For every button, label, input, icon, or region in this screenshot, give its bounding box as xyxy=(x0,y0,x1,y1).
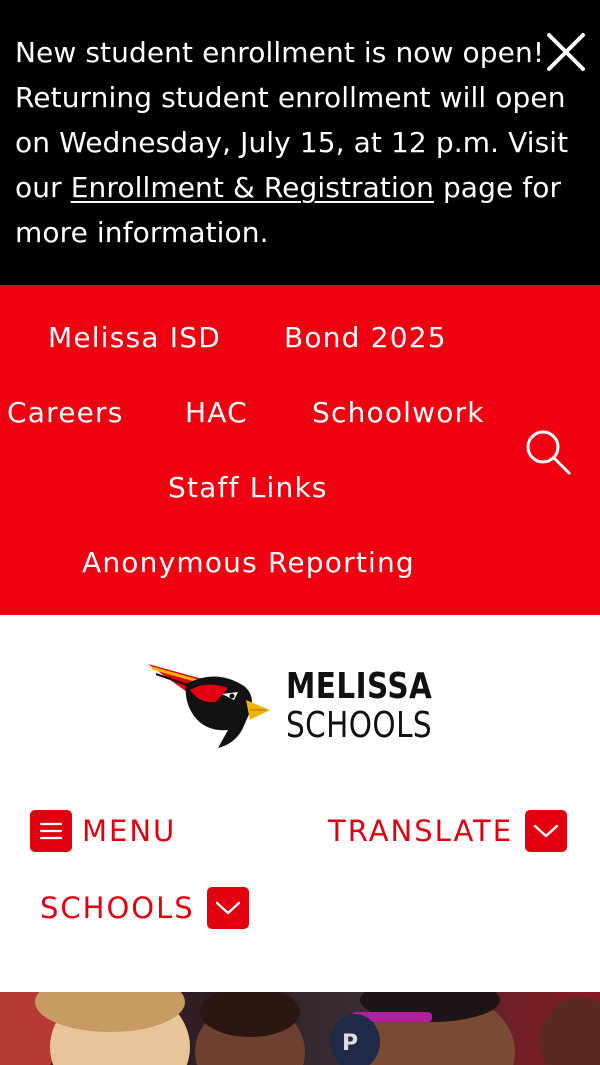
quick-links-bar: Melissa ISD Bond 2025 Careers HAC School… xyxy=(0,285,600,615)
quicklink-anonymous-reporting[interactable]: Anonymous Reporting xyxy=(82,546,415,580)
menu-button[interactable]: MENU xyxy=(30,810,176,852)
quicklink-bond-2025[interactable]: Bond 2025 xyxy=(284,321,447,355)
close-icon xyxy=(547,33,585,71)
hero-image: P xyxy=(0,992,600,1065)
chevron-down-icon xyxy=(206,887,249,929)
search-button[interactable] xyxy=(522,427,574,479)
quicklink-schoolwork[interactable]: Schoolwork xyxy=(312,396,485,430)
alert-banner: New student enrollment is now open! Retu… xyxy=(0,0,600,285)
logo-text-line2: SCHOOLS xyxy=(286,705,433,746)
svg-text:P: P xyxy=(342,1031,358,1056)
quicklink-careers[interactable]: Careers xyxy=(7,396,124,430)
hamburger-icon xyxy=(30,810,72,852)
schools-label: SCHOOLS xyxy=(40,891,195,925)
search-icon xyxy=(526,430,571,475)
quicklink-hac[interactable]: HAC xyxy=(185,396,248,430)
site-logo[interactable]: MELISSA SCHOOLS xyxy=(146,660,446,750)
chevron-down-icon xyxy=(525,810,568,852)
hero-photo-illustration: P xyxy=(0,992,600,1065)
menu-label: MENU xyxy=(82,814,177,848)
cardinal-logo-icon xyxy=(148,664,270,748)
quicklink-staff-links[interactable]: Staff Links xyxy=(168,471,328,505)
translate-button[interactable]: TRANSLATE xyxy=(328,810,568,852)
logo-text-line1: MELISSA xyxy=(286,666,433,707)
alert-message: New student enrollment is now open! Retu… xyxy=(15,30,575,255)
schools-button[interactable]: SCHOOLS xyxy=(40,887,249,929)
alert-close-button[interactable] xyxy=(544,30,588,74)
quicklink-melissa-isd[interactable]: Melissa ISD xyxy=(48,321,221,355)
enrollment-registration-link[interactable]: Enrollment & Registration xyxy=(71,171,434,204)
translate-label: TRANSLATE xyxy=(328,814,514,848)
